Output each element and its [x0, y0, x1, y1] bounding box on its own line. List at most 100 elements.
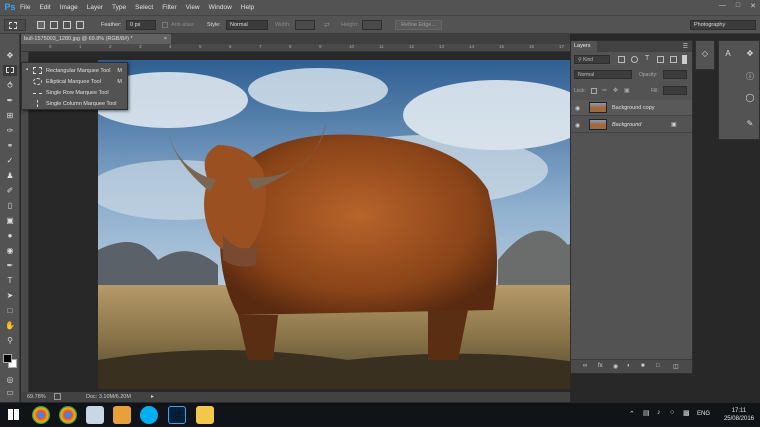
filter-type-icon[interactable]: T	[645, 55, 649, 62]
new-layer-icon[interactable]: □	[656, 363, 660, 369]
menu-edit[interactable]: Edit	[39, 4, 50, 11]
quick-selection-tool-icon[interactable]: ✒	[3, 95, 17, 106]
action-center-icon[interactable]: ▩	[683, 409, 690, 417]
layers-panel-icon[interactable]: ◇	[698, 49, 712, 58]
document-canvas[interactable]	[98, 60, 595, 389]
flyout-item-single-row-marquee[interactable]: Single Row Marquee Tool	[22, 88, 127, 98]
opacity-input[interactable]	[663, 70, 687, 79]
delete-layer-icon[interactable]: ◫	[673, 363, 679, 370]
filter-adjustment-icon[interactable]	[631, 56, 638, 63]
clone-stamp-tool-icon[interactable]: ♟	[3, 170, 17, 181]
crop-tool-icon[interactable]: ⊞	[3, 110, 17, 121]
filter-smart-object-icon[interactable]	[670, 56, 677, 63]
add-mask-icon[interactable]: ◉	[613, 363, 618, 370]
gradient-tool-icon[interactable]: ▣	[3, 215, 17, 226]
zoom-level[interactable]: 69.78%	[27, 394, 46, 400]
pen-tool-icon[interactable]: ✒	[3, 260, 17, 271]
new-group-icon[interactable]: ■	[641, 363, 645, 369]
visibility-eye-icon[interactable]: ◉	[575, 122, 580, 129]
blend-mode-select[interactable]: Normal	[574, 70, 632, 79]
add-selection-icon[interactable]	[50, 21, 58, 29]
blur-tool-icon[interactable]: ●	[3, 230, 17, 241]
chrome-taskbar-icon[interactable]	[32, 406, 50, 424]
visibility-eye-icon[interactable]: ◉	[575, 105, 580, 112]
close-icon[interactable]: ✕	[750, 2, 756, 10]
brush-tool-icon[interactable]: ✓	[3, 155, 17, 166]
tool-preset-picker[interactable]	[4, 19, 26, 31]
layer-row[interactable]: ◉ Background ▣	[571, 117, 692, 133]
menu-file[interactable]: File	[20, 4, 30, 11]
minimize-icon[interactable]: —	[719, 2, 726, 10]
media-player-taskbar-icon[interactable]	[113, 406, 131, 424]
quick-mask-icon[interactable]: ◎	[3, 374, 17, 385]
menu-view[interactable]: View	[186, 4, 200, 11]
file-explorer-taskbar-icon[interactable]	[196, 406, 214, 424]
menu-help[interactable]: Help	[241, 4, 254, 11]
subtract-selection-icon[interactable]	[63, 21, 71, 29]
layer-style-icon[interactable]: fx	[598, 363, 603, 369]
layer-row[interactable]: ◉ Background copy	[571, 100, 692, 116]
document-taskbar-icon[interactable]	[86, 406, 104, 424]
lock-all-icon[interactable]: ▣	[624, 87, 630, 94]
info-panel-icon[interactable]: ⓘ	[743, 71, 757, 82]
dodge-tool-icon[interactable]: ◉	[3, 245, 17, 256]
notification-chevron-icon[interactable]: ⌃	[629, 410, 635, 418]
histogram-panel-icon[interactable]: ✥	[743, 49, 757, 58]
marquee-tool-icon[interactable]	[3, 65, 17, 76]
flyout-item-single-column-marquee[interactable]: Single Column Marquee Tool	[22, 99, 127, 109]
language-indicator[interactable]: ENG	[697, 411, 710, 417]
height-input[interactable]	[362, 20, 382, 30]
flyout-item-rectangular-marquee[interactable]: ▪ Rectangular Marquee Tool M	[22, 66, 127, 76]
adjustment-layer-icon[interactable]: ◐	[627, 363, 631, 369]
healing-brush-tool-icon[interactable]: ⚭	[3, 140, 17, 151]
document-tab[interactable]: bull-1575003_1280.jpg @ 69.8% (RGB/8#) *…	[21, 34, 171, 44]
zoom-tool-icon[interactable]: ⚲	[3, 335, 17, 346]
fill-input[interactable]	[663, 86, 687, 95]
photoshop-taskbar-icon[interactable]	[168, 406, 186, 424]
hand-tool-icon[interactable]: ✋	[3, 320, 17, 331]
close-document-icon[interactable]: ×	[164, 34, 167, 44]
intersect-selection-icon[interactable]	[76, 21, 84, 29]
brush-panel-icon[interactable]: ✎	[743, 119, 757, 128]
network-icon[interactable]: ▤	[643, 409, 650, 417]
type-tool-icon[interactable]: T	[3, 275, 17, 286]
flyout-item-elliptical-marquee[interactable]: Elliptical Marquee Tool M	[22, 77, 127, 87]
lasso-tool-icon[interactable]: ⥀	[3, 80, 17, 91]
lock-position-icon[interactable]: ✥	[613, 87, 618, 94]
panel-menu-icon[interactable]: ☰	[683, 43, 688, 50]
menu-filter[interactable]: Filter	[162, 4, 176, 11]
menu-layer[interactable]: Layer	[87, 4, 103, 11]
filter-toggle-icon[interactable]	[682, 55, 687, 64]
eyedropper-tool-icon[interactable]: ✑	[3, 125, 17, 136]
maximize-icon[interactable]: □	[736, 2, 740, 10]
volume-icon[interactable]: ♪	[657, 409, 661, 416]
antialias-checkbox[interactable]	[162, 22, 168, 28]
menu-window[interactable]: Window	[209, 4, 232, 11]
filter-pixel-icon[interactable]	[618, 56, 625, 63]
rectangle-tool-icon[interactable]: □	[3, 305, 17, 316]
filter-shape-icon[interactable]	[657, 56, 664, 63]
wifi-icon[interactable]: ○	[670, 409, 674, 416]
lock-image-icon[interactable]: ✑	[602, 87, 607, 94]
adjustments-panel-icon[interactable]: ◯	[743, 93, 757, 102]
filter-kind-select[interactable]: ⚲ Kind	[574, 55, 610, 64]
status-arrow-icon[interactable]: ▸	[151, 393, 154, 400]
layers-tab[interactable]: Layers	[571, 41, 597, 52]
refine-edge-button[interactable]: Refine Edge...	[395, 20, 442, 30]
eraser-tool-icon[interactable]: ▯	[3, 200, 17, 211]
path-selection-tool-icon[interactable]: ➤	[3, 290, 17, 301]
lock-transparent-icon[interactable]	[591, 88, 597, 94]
taskbar-clock[interactable]: 17:11 25/08/2016	[724, 407, 754, 423]
menu-image[interactable]: Image	[60, 4, 78, 11]
swap-icon[interactable]: ⇄	[324, 21, 330, 29]
style-select[interactable]: Normal	[226, 20, 268, 30]
foreground-color-swatch[interactable]	[3, 354, 12, 363]
workspace-select[interactable]: Photography	[690, 20, 756, 30]
width-input[interactable]	[295, 20, 315, 30]
move-tool-icon[interactable]: ✥	[3, 50, 17, 61]
menu-type[interactable]: Type	[112, 4, 126, 11]
windows-start-icon[interactable]	[8, 409, 19, 420]
status-info-icon[interactable]	[54, 393, 61, 400]
character-panel-icon[interactable]: A	[721, 49, 735, 58]
new-selection-icon[interactable]	[37, 21, 45, 29]
